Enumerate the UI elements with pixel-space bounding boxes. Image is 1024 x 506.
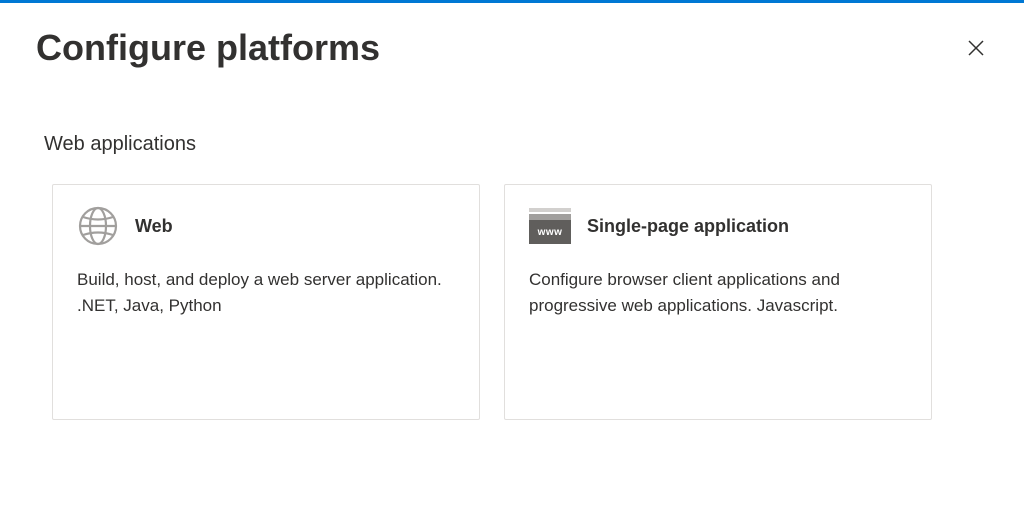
card-spa-description: Configure browser client applications an… xyxy=(529,267,907,318)
card-web-header: Web xyxy=(77,205,455,247)
card-web-description: Build, host, and deploy a web server app… xyxy=(77,267,455,318)
card-spa[interactable]: www Single-page application Configure br… xyxy=(504,184,932,420)
cards-row: Web Build, host, and deploy a web server… xyxy=(36,184,988,420)
spa-icon-text: www xyxy=(538,227,563,238)
page-title: Configure platforms xyxy=(36,27,380,69)
close-icon xyxy=(966,38,986,58)
header: Configure platforms xyxy=(36,27,988,69)
globe-icon xyxy=(77,205,119,247)
close-button[interactable] xyxy=(964,36,988,60)
spa-icon: www xyxy=(529,205,571,247)
card-spa-title: Single-page application xyxy=(587,216,789,237)
section-title: Web applications xyxy=(36,133,988,156)
card-web-title: Web xyxy=(135,216,173,237)
card-web[interactable]: Web Build, host, and deploy a web server… xyxy=(52,184,480,420)
main-container: Configure platforms Web applications xyxy=(0,3,1024,444)
card-spa-header: www Single-page application xyxy=(529,205,907,247)
